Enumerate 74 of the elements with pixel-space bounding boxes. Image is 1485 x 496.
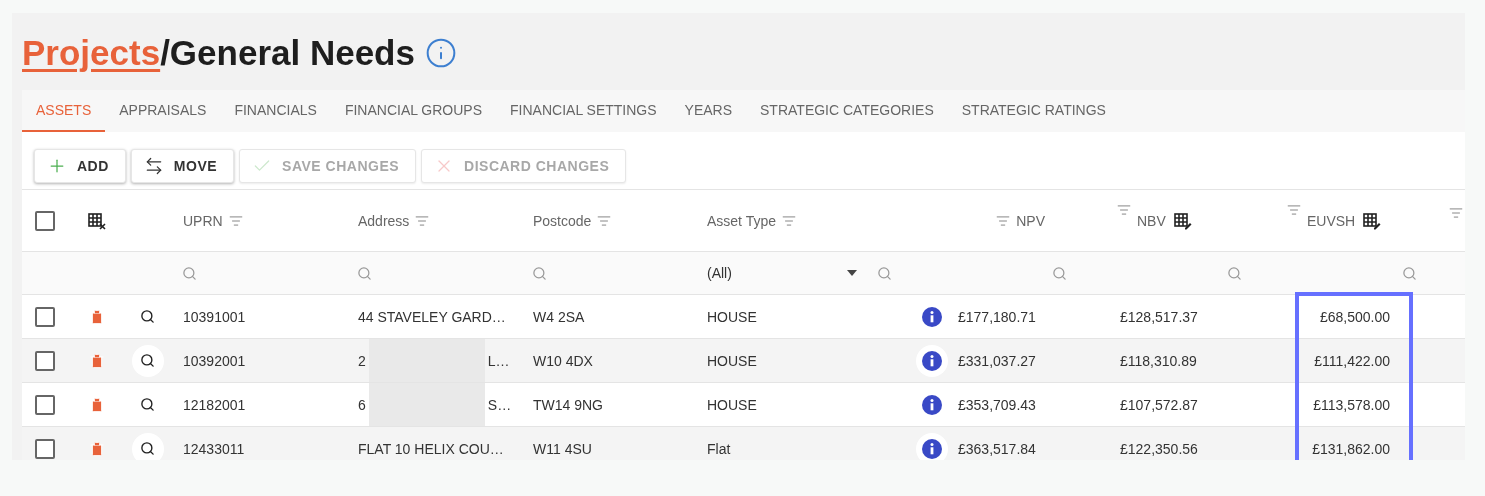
info-icon[interactable] xyxy=(424,36,457,69)
column-header[interactable]: Address xyxy=(358,212,410,229)
table-cell: Flat xyxy=(707,440,731,457)
table-cell: £131,862.00 xyxy=(1312,440,1390,457)
table-cell: W11 4SU xyxy=(533,440,592,457)
table-cell: 12182001 xyxy=(183,396,246,413)
info-icon[interactable] xyxy=(922,350,942,371)
filter-icon[interactable] xyxy=(782,213,796,228)
grid-edit-icon[interactable] xyxy=(1363,211,1382,230)
table-cell: £177,180.71 xyxy=(958,308,1036,325)
filter-icon[interactable] xyxy=(996,213,1011,228)
table-cell: £331,037.27 xyxy=(958,352,1036,369)
table-cell: £363,517.84 xyxy=(958,440,1036,457)
checkbox[interactable] xyxy=(35,394,55,415)
info-icon[interactable] xyxy=(922,438,942,459)
table-cell: W4 2SA xyxy=(533,308,585,325)
table-cell: £111,422.00 xyxy=(1314,352,1390,369)
column-header[interactable]: Postcode xyxy=(533,212,592,229)
table-cell: £353,709.43 xyxy=(958,396,1036,413)
table-cell: £118,310.89 xyxy=(1120,352,1197,369)
column-header[interactable]: EUVSH xyxy=(1307,212,1356,229)
table-cell: 44 STAVELEY GARD… xyxy=(358,308,506,325)
search-icon[interactable] xyxy=(131,344,164,377)
filter-icon[interactable] xyxy=(1449,206,1463,220)
column-header[interactable]: Asset Type xyxy=(707,212,776,229)
tab[interactable]: STRATEGIC CATEGORIES xyxy=(746,90,948,132)
table-cell: £128,517.37 xyxy=(1120,308,1198,325)
table-cell: HOUSE xyxy=(707,352,757,369)
table-cell: 10392001 xyxy=(183,352,246,369)
table-cell: W10 4DX xyxy=(533,352,593,369)
column-header[interactable]: NPV xyxy=(1016,212,1045,229)
checkbox[interactable] xyxy=(35,350,55,371)
column-header[interactable]: NBV xyxy=(1137,212,1166,229)
tab[interactable]: FINANCIAL GROUPS xyxy=(330,90,497,132)
add-button[interactable]: ADD xyxy=(34,149,126,183)
table-cell: 10391001 xyxy=(183,308,246,325)
grid-edit-icon[interactable] xyxy=(1173,211,1192,230)
grid-clear-icon[interactable] xyxy=(87,211,106,230)
table-cell: £68,500.00 xyxy=(1319,308,1390,325)
column-header[interactable]: UPRN xyxy=(183,212,223,229)
table-cell: HOUSE xyxy=(707,396,757,413)
table-cell: TW14 9NG xyxy=(533,396,603,413)
info-icon[interactable] xyxy=(922,306,942,327)
table-cell: 12433011 xyxy=(183,440,245,457)
move-button[interactable]: MOVE xyxy=(130,149,235,183)
tab[interactable]: APPRAISALS xyxy=(105,90,221,132)
filter-icon[interactable] xyxy=(1287,202,1301,217)
breadcrumb-link[interactable]: Projects xyxy=(22,32,161,72)
table-cell: £113,578.00 xyxy=(1313,396,1390,413)
tab[interactable]: FINANCIAL SETTINGS xyxy=(496,90,671,132)
info-icon[interactable] xyxy=(922,394,942,415)
table-cell: L… xyxy=(487,352,510,369)
table-cell: 2 xyxy=(358,352,366,369)
tab[interactable]: FINANCIALS xyxy=(220,90,331,132)
tab[interactable]: STRATEGIC RATINGS xyxy=(947,90,1120,132)
tab[interactable]: YEARS xyxy=(670,90,747,132)
search-icon[interactable] xyxy=(131,432,164,460)
table-cell: S… xyxy=(487,396,512,413)
table-cell: FLAT 10 HELIX COU… xyxy=(358,440,504,457)
table-cell: £107,572.87 xyxy=(1120,396,1198,413)
filter-icon[interactable] xyxy=(1117,202,1131,217)
table-cell: £122,350.56 xyxy=(1120,440,1198,457)
checkbox[interactable] xyxy=(35,438,55,459)
filter-icon[interactable] xyxy=(228,213,243,228)
filter-dropdown[interactable]: (All) xyxy=(707,265,871,281)
table-cell: HOUSE xyxy=(707,308,757,325)
filter-icon[interactable] xyxy=(597,213,612,228)
checkbox[interactable] xyxy=(35,306,55,327)
filter-icon[interactable] xyxy=(415,213,430,228)
page-title: Projects/General Needs xyxy=(22,32,415,73)
checkbox[interactable] xyxy=(35,210,55,231)
caret-icon[interactable] xyxy=(847,270,857,276)
tab[interactable]: ASSETS xyxy=(22,90,106,132)
table-cell: 6 xyxy=(358,396,366,413)
